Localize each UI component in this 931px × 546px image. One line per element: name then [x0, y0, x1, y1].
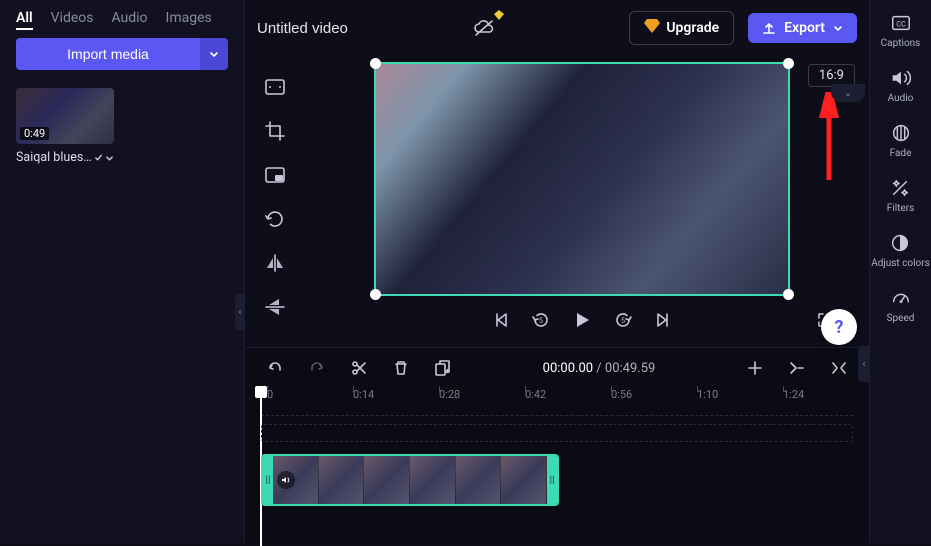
audio-tab[interactable]: Audio [888, 67, 914, 104]
tab-images[interactable]: Images [166, 10, 212, 30]
cloud-sync-off-icon[interactable] [470, 14, 498, 42]
ruler-tick: 0:14 [353, 388, 374, 401]
pip-tool[interactable] [260, 160, 290, 190]
diamond-badge-icon [494, 10, 504, 20]
center-panel: Upgrade Export 16:9 [245, 0, 869, 543]
upgrade-label: Upgrade [666, 20, 719, 36]
canvas-area: 16:9 5 5 ? ⌄ [295, 56, 869, 347]
clip-audio-icon[interactable] [277, 471, 295, 489]
skip-end-button[interactable] [655, 312, 671, 328]
resize-handle-bl[interactable] [370, 289, 381, 300]
ruler-tick: 1:24 [783, 388, 804, 401]
properties-panel: CC Captions Audio Fade Filters Adjust co… [869, 0, 931, 543]
clip-trim-right[interactable]: || [547, 456, 557, 504]
media-thumbnail: 0:49 [16, 88, 114, 144]
svg-text:CC: CC [896, 20, 906, 29]
redo-button[interactable] [303, 354, 331, 382]
upload-icon [762, 21, 776, 35]
video-canvas[interactable] [374, 62, 790, 296]
collapse-right-panel[interactable]: ‹ [858, 346, 870, 382]
chevron-down-icon[interactable] [105, 153, 114, 163]
rotate-tool[interactable] [260, 204, 290, 234]
split-button[interactable] [345, 354, 373, 382]
forward-button[interactable]: 5 [613, 310, 633, 330]
filters-tab[interactable]: Filters [887, 177, 915, 214]
ruler-tick: 0 [267, 388, 273, 401]
resize-handle-br[interactable] [783, 289, 794, 300]
media-panel: All Videos Audio Images Import media 0:4… [0, 0, 245, 543]
media-filename: Saiqal blues f... [16, 150, 92, 165]
svg-text:5: 5 [539, 317, 543, 325]
timeline-clip[interactable]: Saiqal blues file 4.mp4 || || [261, 454, 559, 506]
diamond-icon [644, 19, 660, 37]
timeline-timecode: 00:00.00 / 00:49.59 [543, 361, 656, 376]
add-track-button[interactable] [741, 354, 769, 382]
fade-tab[interactable]: Fade [890, 122, 912, 159]
media-tabs: All Videos Audio Images [0, 0, 244, 38]
expand-properties-toggle[interactable]: ⌄ [831, 84, 865, 102]
ruler-tick: 0:28 [439, 388, 460, 401]
ruler-tick: 0:42 [525, 388, 546, 401]
tab-audio[interactable]: Audio [111, 10, 147, 30]
play-button[interactable] [573, 311, 591, 329]
clip-trim-left[interactable]: || [263, 456, 273, 504]
delete-button[interactable] [387, 354, 415, 382]
adjust-colors-tab[interactable]: Adjust colors [871, 232, 930, 269]
ruler-tick: 1:10 [697, 388, 718, 401]
chevron-down-icon [209, 49, 219, 59]
rewind-button[interactable]: 5 [531, 310, 551, 330]
media-duration: 0:49 [20, 127, 49, 140]
help-button[interactable]: ? [821, 309, 857, 345]
svg-text:5: 5 [621, 317, 625, 325]
media-item[interactable]: 0:49 Saiqal blues f... [16, 88, 114, 165]
timeline-tracks: Saiqal blues file 4.mp4 || || [245, 416, 869, 543]
timeline-toolbar: 00:00.00 / 00:49.59 [245, 348, 869, 388]
playback-bar: 5 5 [295, 304, 869, 342]
import-media-button[interactable]: Import media [16, 38, 200, 70]
zoom-out-button[interactable] [783, 354, 811, 382]
tab-videos[interactable]: Videos [51, 10, 94, 30]
resize-handle-tl[interactable] [370, 58, 381, 69]
upgrade-button[interactable]: Upgrade [629, 11, 734, 45]
skip-start-button[interactable] [493, 312, 509, 328]
check-icon [94, 153, 103, 163]
chevron-down-icon [833, 23, 843, 33]
ruler-tick: 0:56 [611, 388, 632, 401]
flip-vertical-tool[interactable] [260, 292, 290, 322]
project-title-input[interactable] [257, 20, 456, 37]
undo-button[interactable] [261, 354, 289, 382]
tab-all[interactable]: All [16, 10, 33, 30]
timeline-ruler[interactable]: 0 0:14 0:28 0:42 0:56 1:10 1:24 [261, 388, 853, 416]
export-label: Export [784, 20, 825, 36]
collapse-left-panel[interactable]: ‹ [235, 294, 245, 330]
canvas-toolbar [245, 56, 295, 347]
playhead[interactable] [255, 386, 267, 398]
topbar: Upgrade Export [245, 0, 869, 56]
fit-tool[interactable] [260, 72, 290, 102]
resize-handle-tr[interactable] [783, 58, 794, 69]
crop-tool[interactable] [260, 116, 290, 146]
duplicate-button[interactable] [429, 354, 457, 382]
speed-tab[interactable]: Speed [887, 287, 915, 324]
timeline: 00:00.00 / 00:49.59 0 0:14 0:28 0:42 0:5… [245, 347, 869, 543]
zoom-fit-button[interactable] [825, 354, 853, 382]
import-media-dropdown[interactable] [200, 38, 228, 70]
flip-horizontal-tool[interactable] [260, 248, 290, 278]
export-button[interactable]: Export [748, 13, 857, 43]
empty-track[interactable] [261, 424, 853, 442]
annotation-arrow [819, 92, 839, 182]
captions-tab[interactable]: CC Captions [881, 12, 921, 49]
